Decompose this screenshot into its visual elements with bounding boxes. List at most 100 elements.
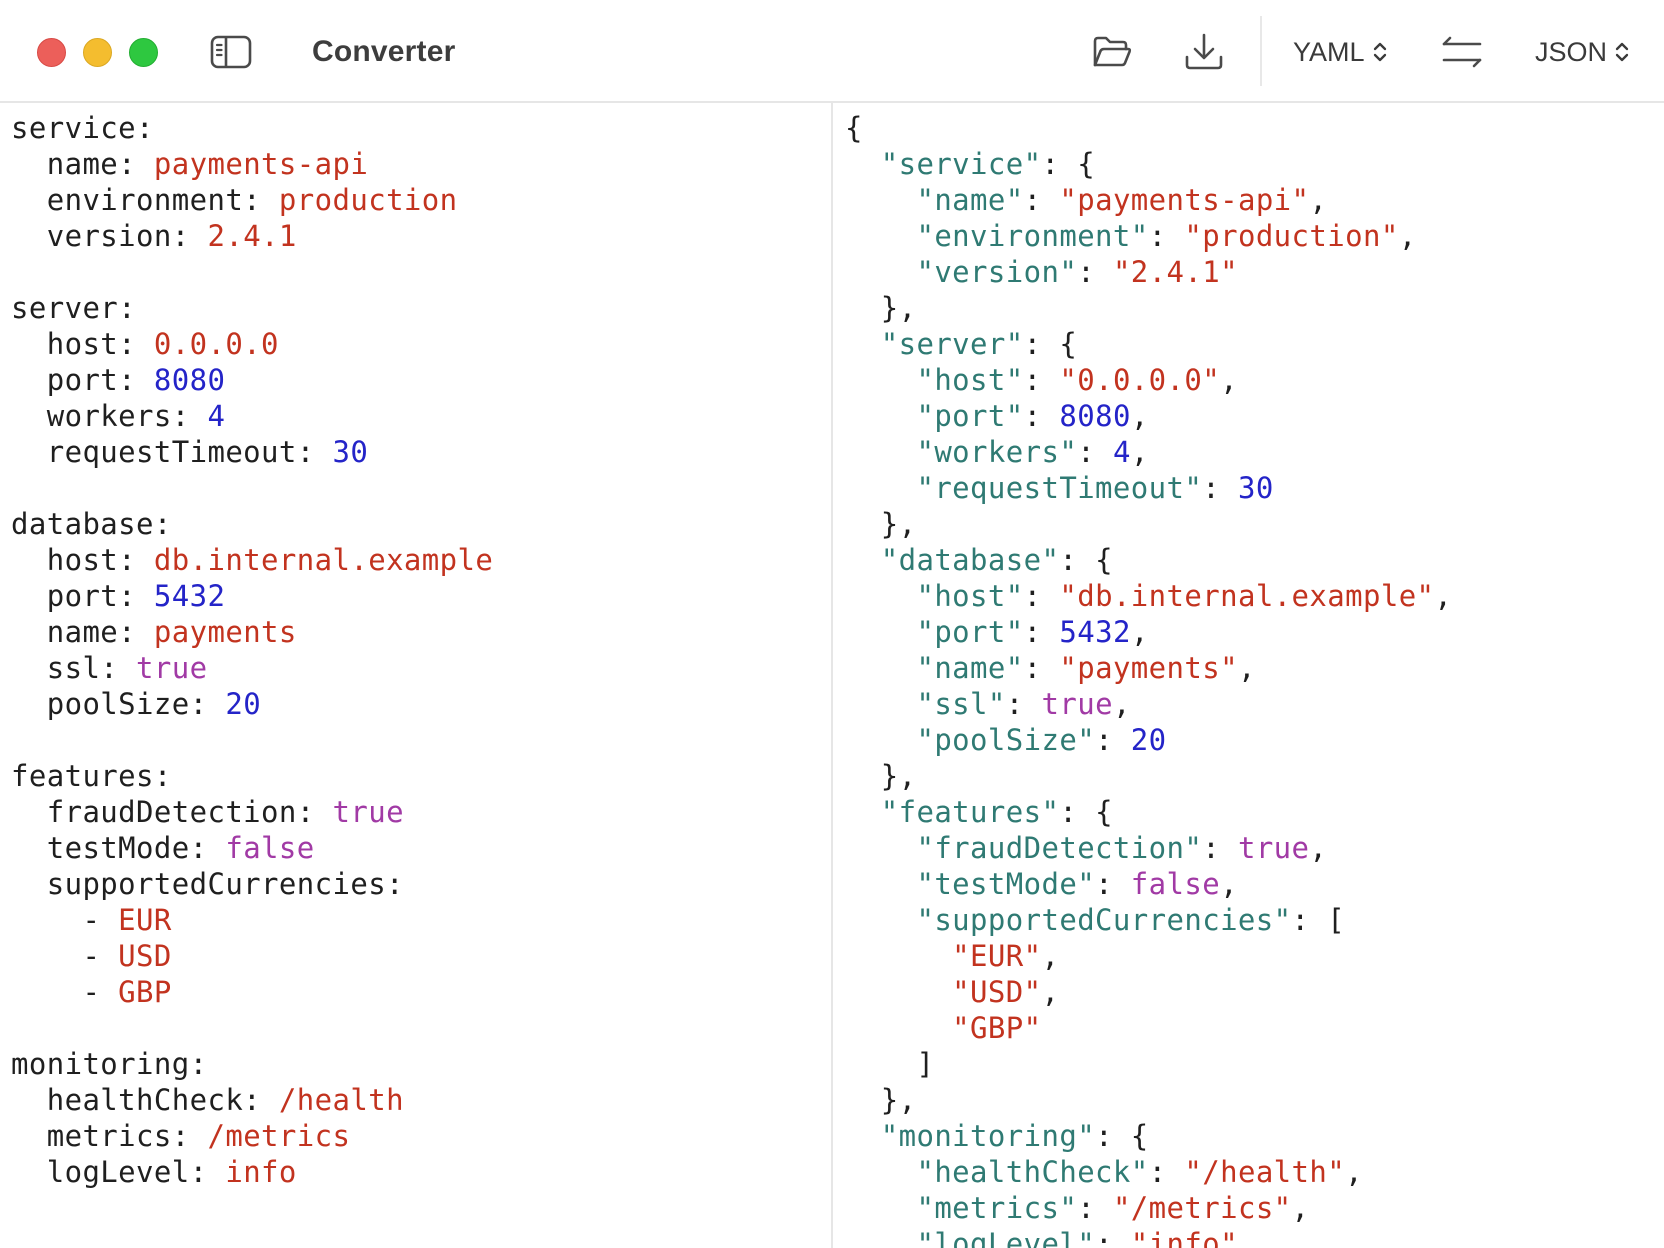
- code-token-punc: ,: [1112, 687, 1131, 721]
- code-line: workers: 4: [11, 398, 493, 434]
- code-token-str: payments: [153, 615, 297, 649]
- code-token-punc: :: [1095, 723, 1131, 757]
- code-token-jkey: "host": [916, 363, 1024, 397]
- code-token-key: features:: [11, 759, 172, 793]
- code-token-punc: [845, 219, 916, 253]
- code-token-num: 5432: [153, 579, 226, 613]
- code-token-punc: [845, 1011, 952, 1045]
- code-line: "version": "2.4.1": [845, 254, 1452, 290]
- code-line: "features": {: [845, 794, 1452, 830]
- code-token-punc: : {: [1059, 543, 1113, 577]
- code-token-num: 20: [225, 687, 262, 721]
- code-line: "environment": "production",: [845, 218, 1452, 254]
- code-line: "host": "0.0.0.0",: [845, 362, 1452, 398]
- json-code: { "service": { "name": "payments-api", "…: [845, 110, 1452, 1248]
- code-token-punc: ,: [1309, 183, 1328, 217]
- code-token-punc: : {: [1095, 1119, 1149, 1153]
- code-token-num: 5432: [1059, 615, 1131, 649]
- code-line: metrics: /metrics: [11, 1118, 493, 1154]
- code-line: fraudDetection: true: [11, 794, 493, 830]
- yaml-editor[interactable]: service: name: payments-api environment:…: [0, 103, 831, 1248]
- code-token-punc: [845, 399, 916, 433]
- code-line: {: [845, 110, 1452, 146]
- code-token-jkey: "host": [916, 579, 1024, 613]
- json-output[interactable]: { "service": { "name": "payments-api", "…: [833, 103, 1664, 1248]
- code-token-punc: :: [1023, 651, 1060, 685]
- code-token-punc: ,: [1291, 1191, 1310, 1225]
- code-token-jkey: "port": [916, 615, 1024, 649]
- code-token-str: "USD": [952, 975, 1042, 1009]
- code-token-punc: [845, 615, 916, 649]
- code-token-punc: [845, 471, 916, 505]
- code-token-punc: [845, 1155, 916, 1189]
- code-line: host: 0.0.0.0: [11, 326, 493, 362]
- code-token-punc: [845, 831, 916, 865]
- code-line: ]: [845, 1046, 1452, 1082]
- code-token-punc: ,: [1345, 1155, 1363, 1189]
- code-token-key: port:: [11, 363, 154, 397]
- code-token-bool: true: [136, 651, 208, 685]
- code-token-num: 4: [1112, 435, 1131, 469]
- code-token-key: -: [11, 975, 119, 1009]
- code-token-punc: [845, 687, 916, 721]
- code-token-str: "db.internal.example": [1059, 579, 1435, 613]
- minimize-window-button[interactable]: [83, 38, 112, 67]
- code-token-punc: ]: [845, 1047, 935, 1081]
- code-line: "ssl": true,: [845, 686, 1452, 722]
- code-line: - GBP: [11, 974, 493, 1010]
- code-token-key: service:: [11, 111, 154, 145]
- sidebar-icon: [210, 35, 252, 69]
- code-token-punc: : {: [1059, 795, 1113, 829]
- target-format-select[interactable]: JSON: [1535, 35, 1630, 69]
- code-token-punc: [845, 183, 916, 217]
- code-token-num: 8080: [153, 363, 226, 397]
- download-button[interactable]: [1182, 30, 1226, 74]
- code-token-key: logLevel:: [11, 1155, 226, 1189]
- code-line: host: db.internal.example: [11, 542, 493, 578]
- open-file-button[interactable]: [1090, 30, 1134, 74]
- code-line: },: [845, 1082, 1452, 1118]
- swap-formats-button[interactable]: [1440, 30, 1484, 74]
- code-token-punc: ,: [1130, 399, 1149, 433]
- code-token-str: db.internal.example: [153, 543, 494, 577]
- chevron-up-down-icon: [1373, 42, 1386, 62]
- code-token-str: "GBP": [952, 1011, 1042, 1045]
- code-line: ssl: true: [11, 650, 493, 686]
- code-line: name: payments-api: [11, 146, 493, 182]
- code-token-key: name:: [11, 147, 154, 181]
- code-token-punc: [845, 1119, 881, 1153]
- code-token-punc: ,: [1130, 435, 1149, 469]
- zoom-window-button[interactable]: [129, 38, 158, 67]
- code-token-jkey: "server": [880, 327, 1024, 361]
- download-icon: [1185, 33, 1223, 70]
- code-line: ​: [11, 722, 493, 758]
- code-token-punc: [845, 1191, 916, 1225]
- code-line: "monitoring": {: [845, 1118, 1452, 1154]
- code-line: database:: [11, 506, 493, 542]
- code-token-punc: },: [845, 1083, 917, 1117]
- sidebar-toggle-button[interactable]: [209, 34, 253, 70]
- code-token-str: "/metrics": [1112, 1191, 1292, 1225]
- code-token-punc: :: [1148, 1155, 1185, 1189]
- code-token-punc: ,: [1309, 831, 1328, 865]
- code-line: server:: [11, 290, 493, 326]
- code-token-key: fraudDetection:: [11, 795, 333, 829]
- code-token-str: USD: [118, 939, 172, 973]
- code-line: "requestTimeout": 30: [845, 470, 1452, 506]
- source-format-select[interactable]: YAML: [1293, 35, 1388, 69]
- code-token-punc: },: [845, 291, 917, 325]
- code-token-str: "0.0.0.0": [1059, 363, 1221, 397]
- code-token-punc: :: [1023, 399, 1060, 433]
- code-token-punc: : {: [1041, 147, 1096, 181]
- code-line: "host": "db.internal.example",: [845, 578, 1452, 614]
- code-token-key: host:: [11, 327, 154, 361]
- code-token-punc: ,: [1237, 651, 1256, 685]
- code-token-str: "info": [1130, 1227, 1238, 1248]
- code-token-key: ssl:: [11, 651, 137, 685]
- code-token-str: "2.4.1": [1112, 255, 1238, 289]
- toolbar-divider: [1260, 16, 1262, 86]
- code-line: "supportedCurrencies": [: [845, 902, 1452, 938]
- code-line: features:: [11, 758, 493, 794]
- code-line: "server": {: [845, 326, 1452, 362]
- close-window-button[interactable]: [37, 38, 66, 67]
